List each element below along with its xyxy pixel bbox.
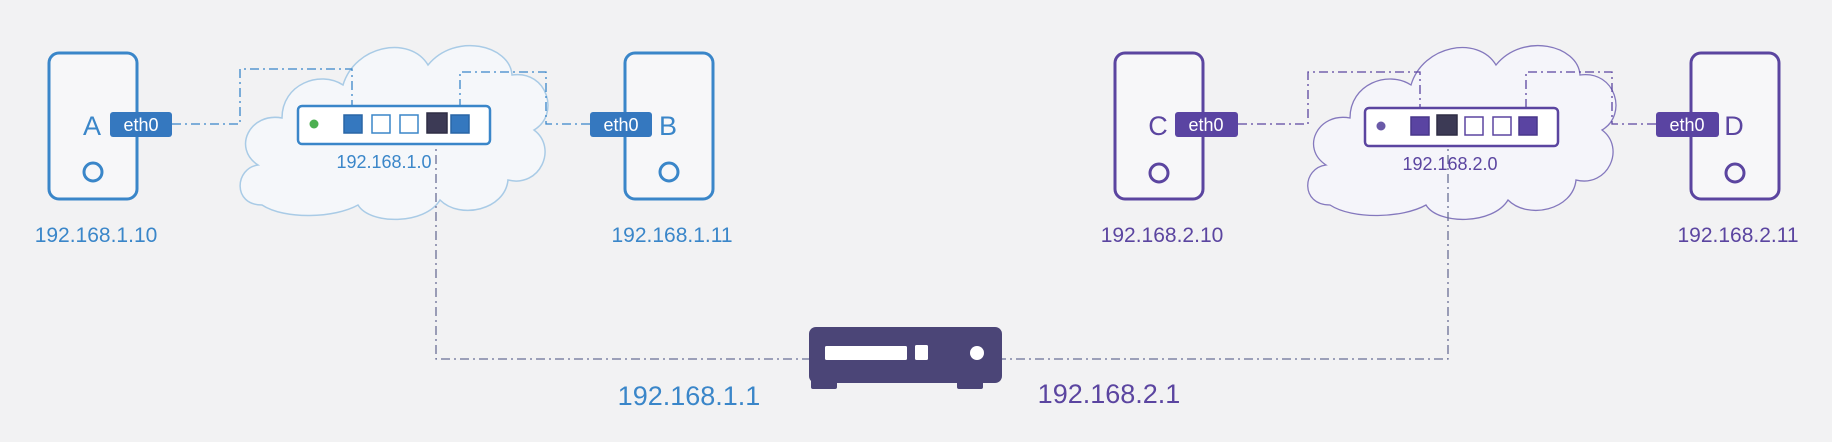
switch-port [1492,116,1512,136]
switch-port [426,112,448,134]
switch-1-label: 192.168.1.0 [336,152,431,172]
switch-icon-network-1[interactable] [296,104,492,146]
switch-port [1410,116,1430,136]
switch-2-label: 192.168.2.0 [1402,154,1497,174]
switch-port [399,114,419,134]
gateway-ip-network-2: 192.168.2.1 [1038,379,1181,409]
host-a-ip: 192.168.1.10 [35,224,158,247]
status-led-icon [309,119,319,129]
interface-badge-host-b: eth0 [590,112,652,137]
host-d-ip: 192.168.2.11 [1677,224,1798,247]
switch-port [450,114,470,134]
network-diagram: A B C D eth0 eth0 eth0 eth0 192.168.1.10… [0,0,1832,442]
host-a-letter: A [83,111,101,141]
router-icon[interactable] [809,327,1002,389]
host-b-ip: 192.168.1.11 [611,224,732,247]
host-d-letter: D [1724,111,1744,141]
switch-port [371,114,391,134]
gateway-ip-network-1: 192.168.1.1 [618,381,761,411]
status-led-icon [1376,121,1386,131]
interface-label: eth0 [123,115,158,135]
interface-label: eth0 [1669,115,1704,135]
switch-icon-network-2[interactable] [1363,106,1560,148]
interface-label: eth0 [1188,115,1223,135]
switch-port [1436,114,1458,136]
host-c-ip: 192.168.2.10 [1101,224,1224,247]
interface-label: eth0 [603,115,638,135]
host-c-letter: C [1148,111,1168,141]
switch-port [343,114,363,134]
interface-badge-host-d: eth0 [1656,112,1719,137]
switch-port [1518,116,1538,136]
interface-badge-host-a: eth0 [110,112,172,137]
switch-port [1464,116,1484,136]
host-b-letter: B [659,111,677,141]
interface-badge-host-c: eth0 [1175,112,1238,137]
